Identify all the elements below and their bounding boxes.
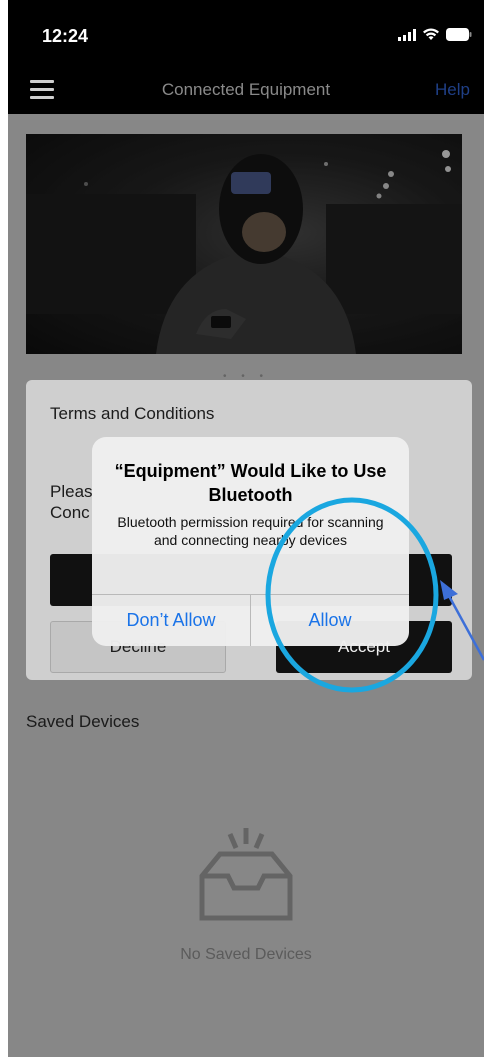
bluetooth-permission-alert: “Equipment” Would Like to Use Bluetooth … xyxy=(92,437,409,646)
dont-allow-button[interactable]: Don’t Allow xyxy=(92,595,250,646)
status-icons xyxy=(398,28,472,41)
navigation-bar: Connected Equipment Help xyxy=(8,66,484,114)
cellular-signal-icon xyxy=(398,28,416,41)
wifi-icon xyxy=(423,28,439,40)
status-bar: 12:24 xyxy=(8,0,484,66)
status-time: 12:24 xyxy=(42,26,89,46)
help-link[interactable]: Help xyxy=(435,80,470,100)
terms-title: Terms and Conditions xyxy=(50,404,215,423)
phone-screen: 12:24 Connected Equipment Help • • • Sav… xyxy=(8,0,484,1057)
alert-message: Bluetooth permission required for scanni… xyxy=(117,514,384,548)
battery-icon xyxy=(446,28,472,41)
page-title: Connected Equipment xyxy=(161,80,331,99)
alert-title: “Equipment” Would Like to Use Bluetooth xyxy=(114,461,387,505)
allow-button[interactable]: Allow xyxy=(251,595,409,646)
